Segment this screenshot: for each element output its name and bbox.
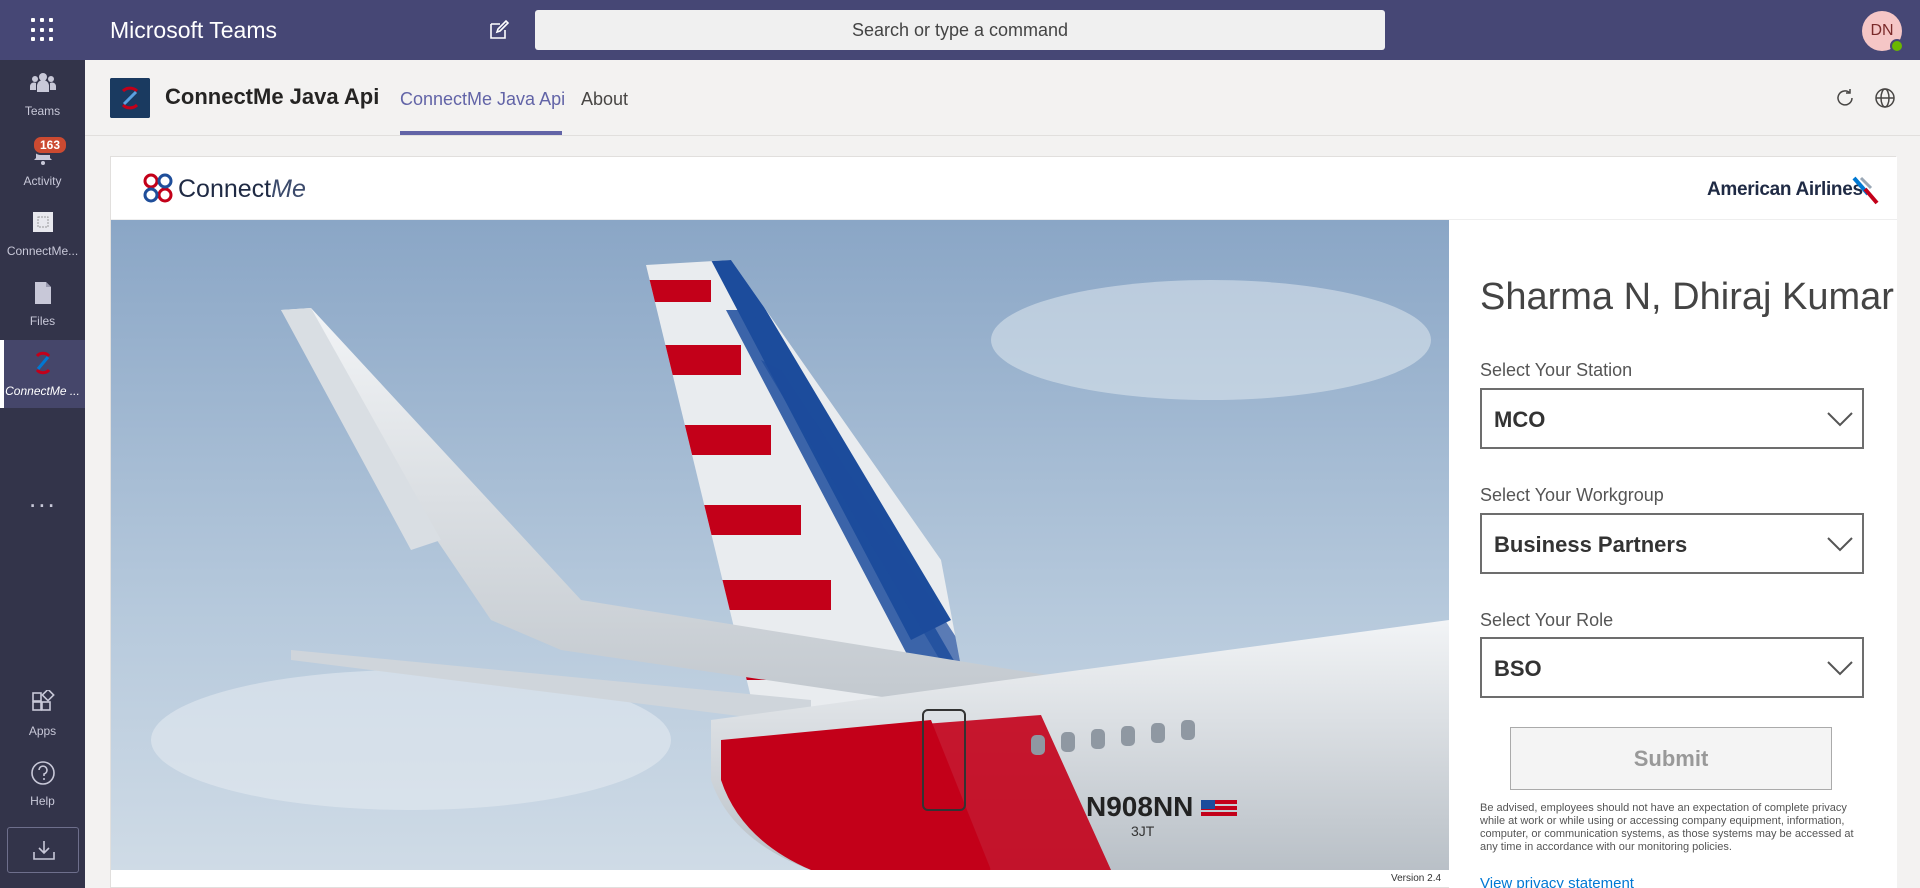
station-select[interactable]: MCO xyxy=(1480,388,1864,449)
rail-item-teams[interactable]: Teams xyxy=(0,60,85,128)
brand-italic: Me xyxy=(271,175,306,203)
chevron-down-icon xyxy=(1827,537,1853,552)
workgroup-value: Business Partners xyxy=(1494,532,1688,557)
search-input[interactable]: Search or type a command xyxy=(535,10,1385,50)
globe-icon[interactable] xyxy=(1874,87,1896,109)
rail-item-help[interactable]: Help xyxy=(0,750,85,818)
rail-item-label: ConnectMe... xyxy=(6,244,79,258)
role-label: Select Your Role xyxy=(1480,610,1614,630)
brand-main: Connect xyxy=(178,175,272,203)
privacy-statement-link[interactable]: View privacy statement xyxy=(1480,875,1634,888)
activity-badge: 163 xyxy=(32,135,69,155)
chevron-down-icon xyxy=(1827,412,1853,427)
search-placeholder: Search or type a command xyxy=(851,19,1069,40)
app-launcher-icon[interactable] xyxy=(30,17,56,43)
rail-item-label: Activity xyxy=(23,174,62,188)
app-logo-icon xyxy=(110,78,150,118)
rail-item-activity[interactable]: 163 Activity xyxy=(0,130,85,198)
workgroup-select[interactable]: Business Partners xyxy=(1480,513,1864,574)
connectme-icon xyxy=(35,351,51,375)
selection-form: Sharma N, Dhiraj Kumar Select Your Stati… xyxy=(1449,220,1897,888)
file-icon xyxy=(35,282,51,304)
app-name: Microsoft Teams xyxy=(110,17,278,43)
station-label: Select Your Station xyxy=(1480,360,1633,380)
tab-connectme-java-api[interactable]: ConnectMe Java Api xyxy=(400,89,565,110)
rail-item-label: ConnectMe ... xyxy=(5,384,80,398)
privacy-disclaimer: Be advised, employees should not have an… xyxy=(1480,802,1854,853)
chevron-down-icon xyxy=(1827,661,1853,676)
american-airlines-logo-icon xyxy=(1852,176,1879,205)
connectme-brand: ConnectMe xyxy=(178,175,306,204)
rail-item-apps[interactable]: Apps xyxy=(0,680,85,748)
app-header: ConnectMe Java Api ConnectMe Java Api Ab… xyxy=(85,60,1920,136)
left-rail: Teams 163 Activity ConnectMe... Files Co… xyxy=(0,60,85,888)
role-value: BSO xyxy=(1494,656,1542,681)
app-title: ConnectMe Java Api xyxy=(165,84,380,109)
refresh-icon[interactable] xyxy=(1834,87,1856,109)
rail-item-connectme-active[interactable]: ConnectMe ... xyxy=(0,340,85,408)
hero-subcode: 3JT xyxy=(1131,823,1155,839)
download-button[interactable] xyxy=(7,827,79,873)
download-icon xyxy=(33,841,55,860)
top-bar: Microsoft Teams Search or type a command… xyxy=(0,0,1920,60)
hero-registration: N908NN xyxy=(1086,791,1193,822)
connectme-logo-icon xyxy=(143,173,173,203)
more-apps-icon[interactable]: ... xyxy=(29,485,57,511)
help-icon xyxy=(31,761,55,785)
rail-item-connectme-app[interactable]: ConnectMe... xyxy=(0,200,85,268)
flag-icon xyxy=(1201,800,1237,816)
rail-item-label: Files xyxy=(29,314,56,328)
rail-item-files[interactable]: Files xyxy=(0,270,85,338)
submit-button[interactable]: Submit xyxy=(1510,727,1832,790)
presence-available-icon xyxy=(1890,39,1904,53)
rail-item-label: Help xyxy=(30,794,55,808)
user-name: Sharma N, Dhiraj Kumar xyxy=(1480,276,1894,318)
app-icon xyxy=(33,212,53,232)
avatar[interactable]: DN xyxy=(1862,11,1904,53)
apps-icon xyxy=(32,690,55,711)
connectme-page: ConnectMe American Airlines N908NN 3JT V… xyxy=(110,156,1897,888)
rail-item-label: Apps xyxy=(28,724,57,738)
active-tab-indicator xyxy=(400,131,562,135)
compose-icon[interactable] xyxy=(488,19,510,41)
workgroup-label: Select Your Workgroup xyxy=(1480,485,1664,505)
teams-icon xyxy=(30,73,56,92)
avatar-initials: DN xyxy=(1870,22,1894,39)
tab-about[interactable]: About xyxy=(581,89,628,110)
airline-name: American Airlines xyxy=(1707,179,1863,200)
hero-aircraft-image: N908NN 3JT xyxy=(111,220,1449,870)
version-label: Version 2.4 xyxy=(1391,873,1442,884)
role-select[interactable]: BSO xyxy=(1480,637,1864,698)
connectme-header: ConnectMe American Airlines xyxy=(111,157,1897,220)
rail-item-label: Teams xyxy=(24,104,61,118)
station-value: MCO xyxy=(1494,407,1546,432)
